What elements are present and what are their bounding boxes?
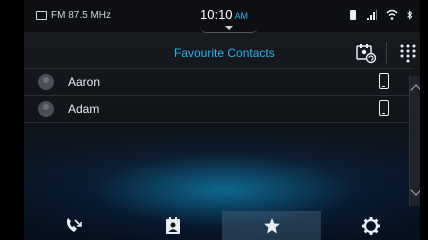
keypad-icon — [400, 44, 416, 63]
bluetooth-icon — [407, 10, 413, 20]
clock-time: 10:10 — [200, 7, 233, 22]
star-icon — [263, 217, 280, 233]
avatar — [38, 74, 54, 90]
mobile-phone-icon[interactable] — [379, 73, 389, 89]
app-frame: FM 87.5 MHz 10:10AM Favourite Contacts — [24, 0, 420, 240]
favourite-contacts-list: Aaron Adam — [24, 68, 412, 123]
chevron-up-icon — [410, 84, 420, 96]
radio-icon — [36, 11, 47, 20]
scrollbar[interactable] — [409, 76, 420, 206]
status-icons — [348, 9, 414, 21]
avatar — [38, 101, 54, 117]
clock: 10:10 AM — [200, 7, 248, 22]
scroll-down-button[interactable] — [410, 146, 420, 206]
keypad-button[interactable] — [398, 43, 418, 63]
call-log-icon — [66, 217, 82, 232]
radio-status[interactable]: FM 87.5 MHz — [36, 10, 111, 21]
tab-settings[interactable] — [321, 211, 420, 240]
list-item[interactable]: Adam — [24, 95, 412, 123]
contact-name: Aaron — [68, 75, 101, 89]
tab-favourites[interactable] — [222, 211, 321, 240]
mobile-phone-icon[interactable] — [379, 100, 389, 116]
tab-contacts[interactable] — [123, 211, 222, 240]
list-item[interactable]: Aaron — [24, 68, 412, 95]
chevron-down-icon — [225, 26, 233, 30]
contacts-book-icon — [165, 216, 180, 234]
notification-pull-tab[interactable] — [200, 26, 258, 33]
phone-battery-icon — [350, 10, 356, 20]
tab-recent-calls[interactable] — [24, 211, 123, 240]
chevron-down-icon — [410, 184, 420, 196]
gear-icon — [361, 216, 380, 235]
signal-icon — [367, 10, 377, 20]
scroll-up-button[interactable] — [410, 76, 420, 136]
contacts-sync-icon — [356, 44, 377, 64]
wifi-icon — [386, 9, 398, 20]
header-divider — [386, 42, 387, 64]
page-title: Favourite Contacts — [174, 46, 275, 60]
status-bar: FM 87.5 MHz 10:10 AM — [24, 0, 420, 33]
header: Favourite Contacts — [24, 38, 420, 68]
contact-name: Adam — [68, 102, 100, 116]
contacts-sync-button[interactable] — [354, 42, 378, 64]
radio-text: FM 87.5 MHz — [51, 10, 112, 21]
bottom-nav — [24, 211, 420, 240]
clock-ampm: AM — [234, 11, 249, 21]
